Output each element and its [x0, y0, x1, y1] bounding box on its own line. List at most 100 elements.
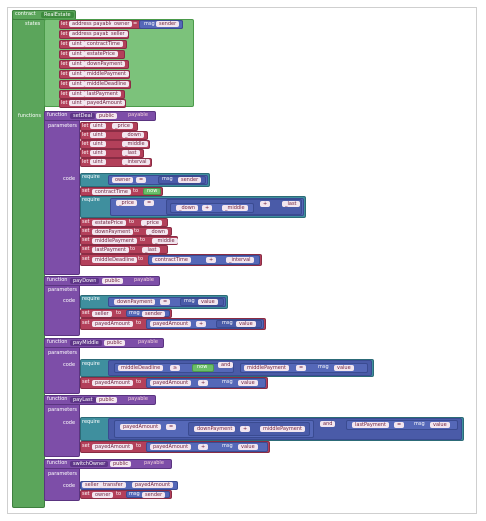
value-field[interactable]: _price — [141, 220, 162, 226]
variable-dropdown[interactable]: payedAmount — [92, 321, 134, 327]
param-name[interactable]: _last — [122, 150, 140, 156]
down-field[interactable]: _down — [176, 205, 198, 211]
state-type[interactable]: uint — [69, 71, 85, 77]
contractTime-field[interactable]: contractTime — [152, 257, 192, 263]
payedAmount-field[interactable]: payedAmount — [120, 424, 162, 430]
variable-dropdown[interactable]: contractTime — [92, 189, 132, 195]
sender-field[interactable]: sender — [178, 177, 202, 183]
value-field[interactable]: value — [238, 380, 258, 386]
variable-dropdown[interactable]: estatePrice — [92, 220, 126, 226]
function-name[interactable]: switchOwner — [70, 461, 109, 467]
logic-dropdown[interactable]: and — [218, 362, 234, 368]
middlePayment-field[interactable]: middlePayment — [260, 426, 305, 432]
operator-dropdown[interactable]: = — [136, 177, 147, 183]
logic-dropdown[interactable]: and — [320, 421, 336, 427]
state-name[interactable]: payedAmount — [84, 100, 126, 106]
payedAmount-field[interactable]: payedAmount — [132, 482, 174, 488]
param-type[interactable]: uint — [90, 141, 106, 147]
state-type[interactable]: uint — [69, 61, 85, 67]
state-type[interactable]: uint — [69, 100, 85, 106]
state-name[interactable]: contractTime — [84, 41, 124, 47]
state-name[interactable]: middlePayment — [84, 71, 129, 77]
operator-dropdown[interactable]: ≥ — [170, 365, 181, 371]
state-type[interactable]: uint — [69, 51, 85, 57]
operator-dropdown[interactable]: + — [202, 205, 213, 211]
value-field[interactable]: value — [238, 444, 258, 450]
state-type[interactable]: address payable — [69, 21, 117, 27]
state-name[interactable]: middleDeadline — [84, 81, 130, 87]
sender-field[interactable]: sender — [142, 492, 166, 498]
state-type[interactable]: uint — [69, 41, 85, 47]
operator-dropdown[interactable]: + — [206, 257, 217, 263]
visibility-dropdown[interactable]: public — [96, 113, 118, 119]
param-type[interactable]: uint — [90, 123, 106, 129]
value-field[interactable]: value — [236, 321, 256, 327]
param-name[interactable]: _price — [112, 123, 133, 129]
variable-dropdown[interactable]: middlePayment — [92, 238, 137, 244]
payedAmount-field[interactable]: payedAmount — [150, 444, 192, 450]
value-field[interactable]: _middle — [152, 238, 178, 244]
param-name[interactable]: _middle — [122, 141, 148, 147]
operator-dropdown[interactable]: + — [198, 444, 209, 450]
variable-dropdown[interactable]: downPayment — [92, 229, 134, 235]
variable-dropdown[interactable]: payedAmount — [92, 380, 134, 386]
middlePayment-field[interactable]: middlePayment — [244, 365, 289, 371]
visibility-dropdown[interactable]: public — [102, 278, 124, 284]
function-name[interactable]: payDown — [70, 278, 100, 284]
owner-field[interactable]: owner — [112, 177, 134, 183]
variable-dropdown[interactable]: payedAmount — [92, 444, 134, 450]
payedAmount-field[interactable]: payedAmount — [150, 380, 192, 386]
operator-dropdown[interactable]: + — [196, 321, 207, 327]
value-field[interactable]: value — [198, 299, 218, 305]
value-field[interactable]: _last — [142, 247, 160, 253]
visibility-dropdown[interactable]: public — [110, 461, 132, 467]
param-name[interactable]: _interval — [122, 159, 150, 165]
param-type[interactable]: uint — [90, 159, 106, 165]
param-type[interactable]: uint — [90, 132, 106, 138]
value-field[interactable]: value — [430, 422, 450, 428]
state-name[interactable]: downPayment — [84, 61, 126, 67]
state-name[interactable]: owner — [111, 21, 133, 27]
function-name[interactable]: setDeal — [70, 113, 96, 119]
middleDeadline-field[interactable]: middleDeadline — [118, 365, 164, 371]
interval-field[interactable]: _interval — [226, 257, 254, 263]
variable-dropdown[interactable]: lastPayment — [92, 247, 129, 253]
operator-dropdown[interactable]: = — [166, 424, 177, 430]
function-setDeal-block[interactable] — [44, 111, 80, 275]
variable-dropdown[interactable]: middleDeadline — [92, 257, 138, 263]
function-name[interactable]: payLast — [70, 397, 96, 403]
operator-dropdown[interactable]: = — [144, 200, 155, 206]
state-name[interactable]: estatePrice — [84, 51, 118, 57]
operator-dropdown[interactable]: + — [240, 426, 251, 432]
sender-field[interactable]: sender — [142, 311, 166, 317]
contract-block[interactable] — [12, 10, 45, 508]
operator-dropdown[interactable]: = — [160, 299, 171, 305]
sender-field[interactable]: sender — [156, 21, 180, 27]
downPayment-field[interactable]: downPayment — [194, 426, 236, 432]
value-field[interactable]: value — [334, 365, 354, 371]
param-type[interactable]: uint — [90, 150, 106, 156]
state-name[interactable]: lastPayment — [84, 91, 121, 97]
param-name[interactable]: _down — [122, 132, 144, 138]
function-name[interactable]: payMiddle — [70, 340, 102, 346]
operator-dropdown[interactable]: + — [260, 201, 271, 207]
lastPayment-field[interactable]: lastPayment — [352, 422, 389, 428]
value-field[interactable]: _down — [146, 229, 168, 235]
state-type[interactable]: uint — [69, 91, 85, 97]
method-dropdown[interactable]: transfer — [100, 482, 126, 488]
visibility-dropdown[interactable]: public — [104, 340, 126, 346]
payedAmount-field[interactable]: payedAmount — [150, 321, 192, 327]
last-field[interactable]: _last — [282, 201, 300, 207]
variable-dropdown[interactable]: seller — [92, 311, 112, 317]
variable-dropdown[interactable]: owner — [92, 492, 114, 498]
operator-dropdown[interactable]: = — [296, 365, 307, 371]
contract-name[interactable]: RealEstate — [41, 12, 74, 18]
downPayment-field[interactable]: downPayment — [114, 299, 156, 305]
operator-dropdown[interactable]: + — [198, 380, 209, 386]
seller-field[interactable]: seller — [82, 482, 102, 488]
state-name[interactable]: seller — [108, 31, 128, 37]
state-type[interactable]: uint — [69, 81, 85, 87]
middle-field[interactable]: _middle — [222, 205, 248, 211]
price-field[interactable]: _price — [116, 200, 137, 206]
visibility-dropdown[interactable]: public — [96, 397, 118, 403]
